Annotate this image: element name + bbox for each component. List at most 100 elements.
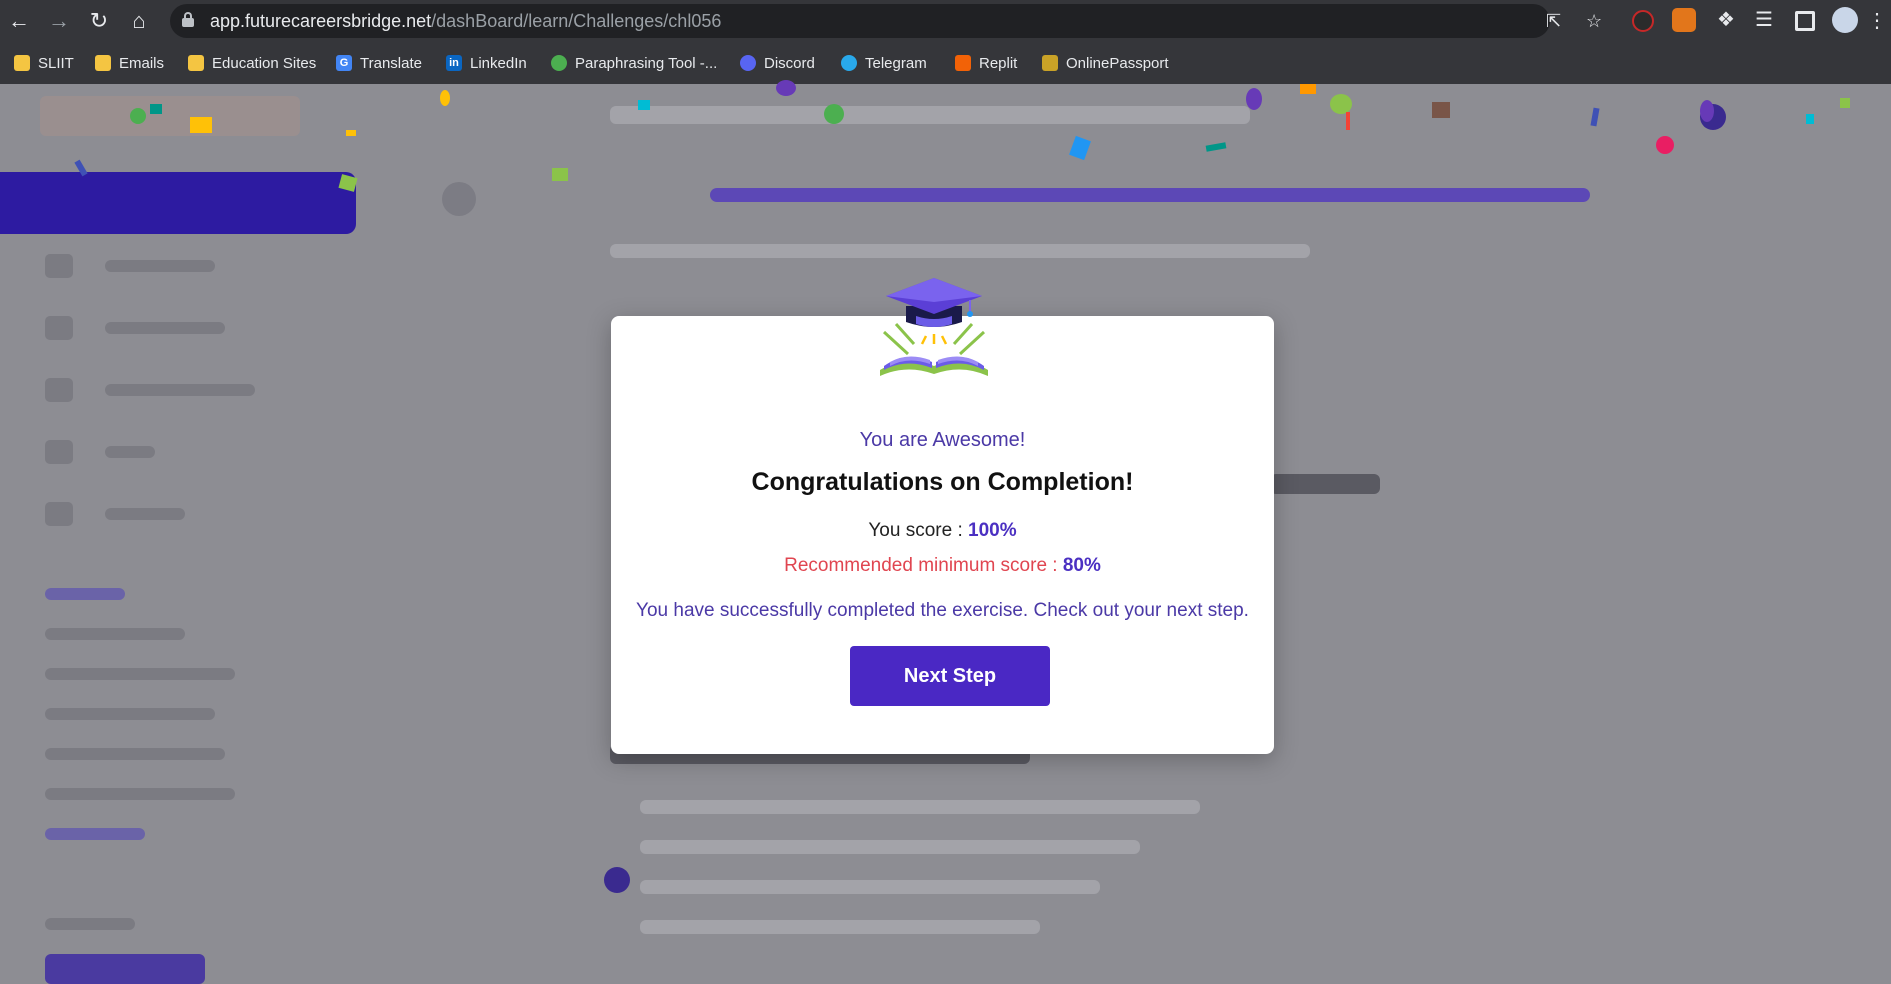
linkedin-icon: in: [446, 55, 462, 71]
bookmarks-bar: SLIIT Emails Education Sites G Translate …: [0, 42, 1891, 85]
bookmark-label: Paraphrasing Tool -...: [575, 54, 718, 72]
min-score-line: Recommended minimum score : 80%: [611, 555, 1274, 577]
bookmark-sliit[interactable]: SLIIT: [14, 52, 74, 74]
bookmark-label: SLIIT: [38, 54, 74, 72]
sidebar-active-item: [0, 172, 356, 234]
sidebar-icon: [45, 254, 73, 278]
folder-icon: [95, 55, 111, 71]
sidebar-icon: [45, 502, 73, 526]
url-text: app.futurecareersbridge.net/dashBoard/le…: [210, 11, 721, 32]
confetti-piece: [1806, 114, 1814, 124]
extension-icon[interactable]: [1632, 10, 1654, 32]
sidebar-text-placeholder: [105, 260, 215, 272]
url-host: app.futurecareersbridge.net: [210, 11, 432, 31]
confetti-piece: [1700, 100, 1714, 122]
sidebar-text-placeholder: [45, 748, 225, 760]
bookmark-label: LinkedIn: [470, 54, 527, 72]
forward-arrow-icon[interactable]: →: [44, 6, 74, 36]
star-icon[interactable]: ☆: [1586, 11, 1602, 32]
option-text-placeholder: [640, 840, 1140, 854]
confetti-piece: [190, 117, 212, 133]
option-text-placeholder: [640, 880, 1100, 894]
address-bar[interactable]: app.futurecareersbridge.net/dashBoard/le…: [170, 4, 1602, 38]
bookmark-label: Emails: [119, 54, 165, 72]
confetti-piece: [824, 104, 844, 124]
confetti-piece: [150, 104, 162, 114]
bookmark-label: OnlinePassport: [1066, 54, 1169, 72]
sidebar-text-placeholder: [45, 828, 145, 840]
bookmark-label: Telegram: [865, 54, 927, 72]
metamask-icon[interactable]: [1672, 8, 1696, 32]
menu-dots-icon[interactable]: ⋮: [1862, 6, 1891, 36]
bookmark-emails[interactable]: Emails: [95, 52, 164, 74]
bookmark-onlinepassport[interactable]: OnlinePassport: [1042, 52, 1169, 74]
sidebar-text-placeholder: [45, 708, 215, 720]
folder-icon: [188, 55, 204, 71]
home-icon[interactable]: ⌂: [124, 6, 154, 36]
completion-message: You have successfully completed the exer…: [636, 600, 1249, 621]
puzzle-icon[interactable]: ❖: [1714, 8, 1738, 32]
replit-icon: [955, 55, 971, 71]
media-icon[interactable]: ☰: [1752, 8, 1776, 32]
bookmark-label: Replit: [979, 54, 1018, 72]
sidepanel-icon[interactable]: [1795, 11, 1815, 31]
selected-radio-placeholder: [604, 867, 630, 893]
sidebar-text-placeholder: [105, 322, 225, 334]
sidebar-text-placeholder: [45, 588, 125, 600]
sidebar-text-placeholder: [45, 788, 235, 800]
confetti-piece: [638, 100, 650, 110]
bookmark-education-sites[interactable]: Education Sites: [188, 52, 316, 74]
sidebar-icon: [45, 378, 73, 402]
score-label: You score :: [868, 520, 963, 541]
confetti-piece: [1432, 102, 1450, 118]
min-score-value: 80%: [1062, 555, 1101, 576]
sidebar-text-placeholder: [105, 384, 255, 396]
min-score-label: Recommended minimum score :: [784, 555, 1058, 576]
back-arrow-icon[interactable]: ←: [4, 6, 34, 36]
score-value: 100%: [968, 520, 1017, 541]
share-icon[interactable]: ⇱: [1546, 11, 1561, 32]
confetti-piece: [1840, 98, 1850, 108]
translate-icon: G: [336, 55, 352, 71]
modal-title: Congratulations on Completion!: [751, 468, 1134, 496]
sidebar-text-placeholder: [45, 918, 135, 930]
bookmark-discord[interactable]: Discord: [740, 52, 815, 74]
confetti-piece: [1300, 84, 1316, 94]
confetti-piece: [552, 168, 568, 181]
browser-toolbar: ← → ↻ ⌂ app.futurecareersbridge.net/dash…: [0, 0, 1891, 42]
bookmark-label: Education Sites: [212, 54, 317, 72]
graduation-book-icon: [880, 278, 988, 376]
text-placeholder: [1270, 474, 1380, 494]
confetti-piece: [440, 90, 450, 106]
sidebar-button-placeholder: [45, 954, 205, 984]
next-step-button[interactable]: Next Step: [850, 646, 1050, 706]
bookmark-label: Discord: [764, 54, 815, 72]
bookmark-linkedin[interactable]: in LinkedIn: [446, 52, 527, 74]
passport-icon: [1042, 55, 1058, 71]
discord-icon: [740, 55, 756, 71]
sidebar-text-placeholder: [45, 628, 185, 640]
confetti-piece: [1330, 94, 1352, 114]
confetti-piece: [130, 108, 146, 124]
confetti-piece: [1246, 88, 1262, 110]
bookmark-translate[interactable]: G Translate: [336, 52, 422, 74]
bookmark-replit[interactable]: Replit: [955, 52, 1017, 74]
bookmark-paraphrasing-tool[interactable]: Paraphrasing Tool -...: [551, 52, 717, 74]
question-text-placeholder: [610, 244, 1310, 258]
telegram-icon: [841, 55, 857, 71]
sidebar-text-placeholder: [45, 668, 235, 680]
progress-bar: [710, 188, 1590, 202]
logo-placeholder: [40, 96, 300, 136]
score-line: You score : 100%: [611, 520, 1274, 542]
quillbot-icon: [551, 55, 567, 71]
sidebar-text-placeholder: [105, 446, 155, 458]
modal-subtitle: You are Awesome!: [859, 429, 1026, 451]
confetti-piece: [1656, 136, 1674, 154]
sidebar-icon: [45, 316, 73, 340]
avatar[interactable]: [1832, 7, 1858, 33]
bookmark-telegram[interactable]: Telegram: [841, 52, 927, 74]
reload-icon[interactable]: ↻: [84, 6, 114, 36]
option-text-placeholder: [640, 800, 1200, 814]
sidebar-icon: [45, 440, 73, 464]
back-icon-placeholder: [442, 182, 476, 216]
